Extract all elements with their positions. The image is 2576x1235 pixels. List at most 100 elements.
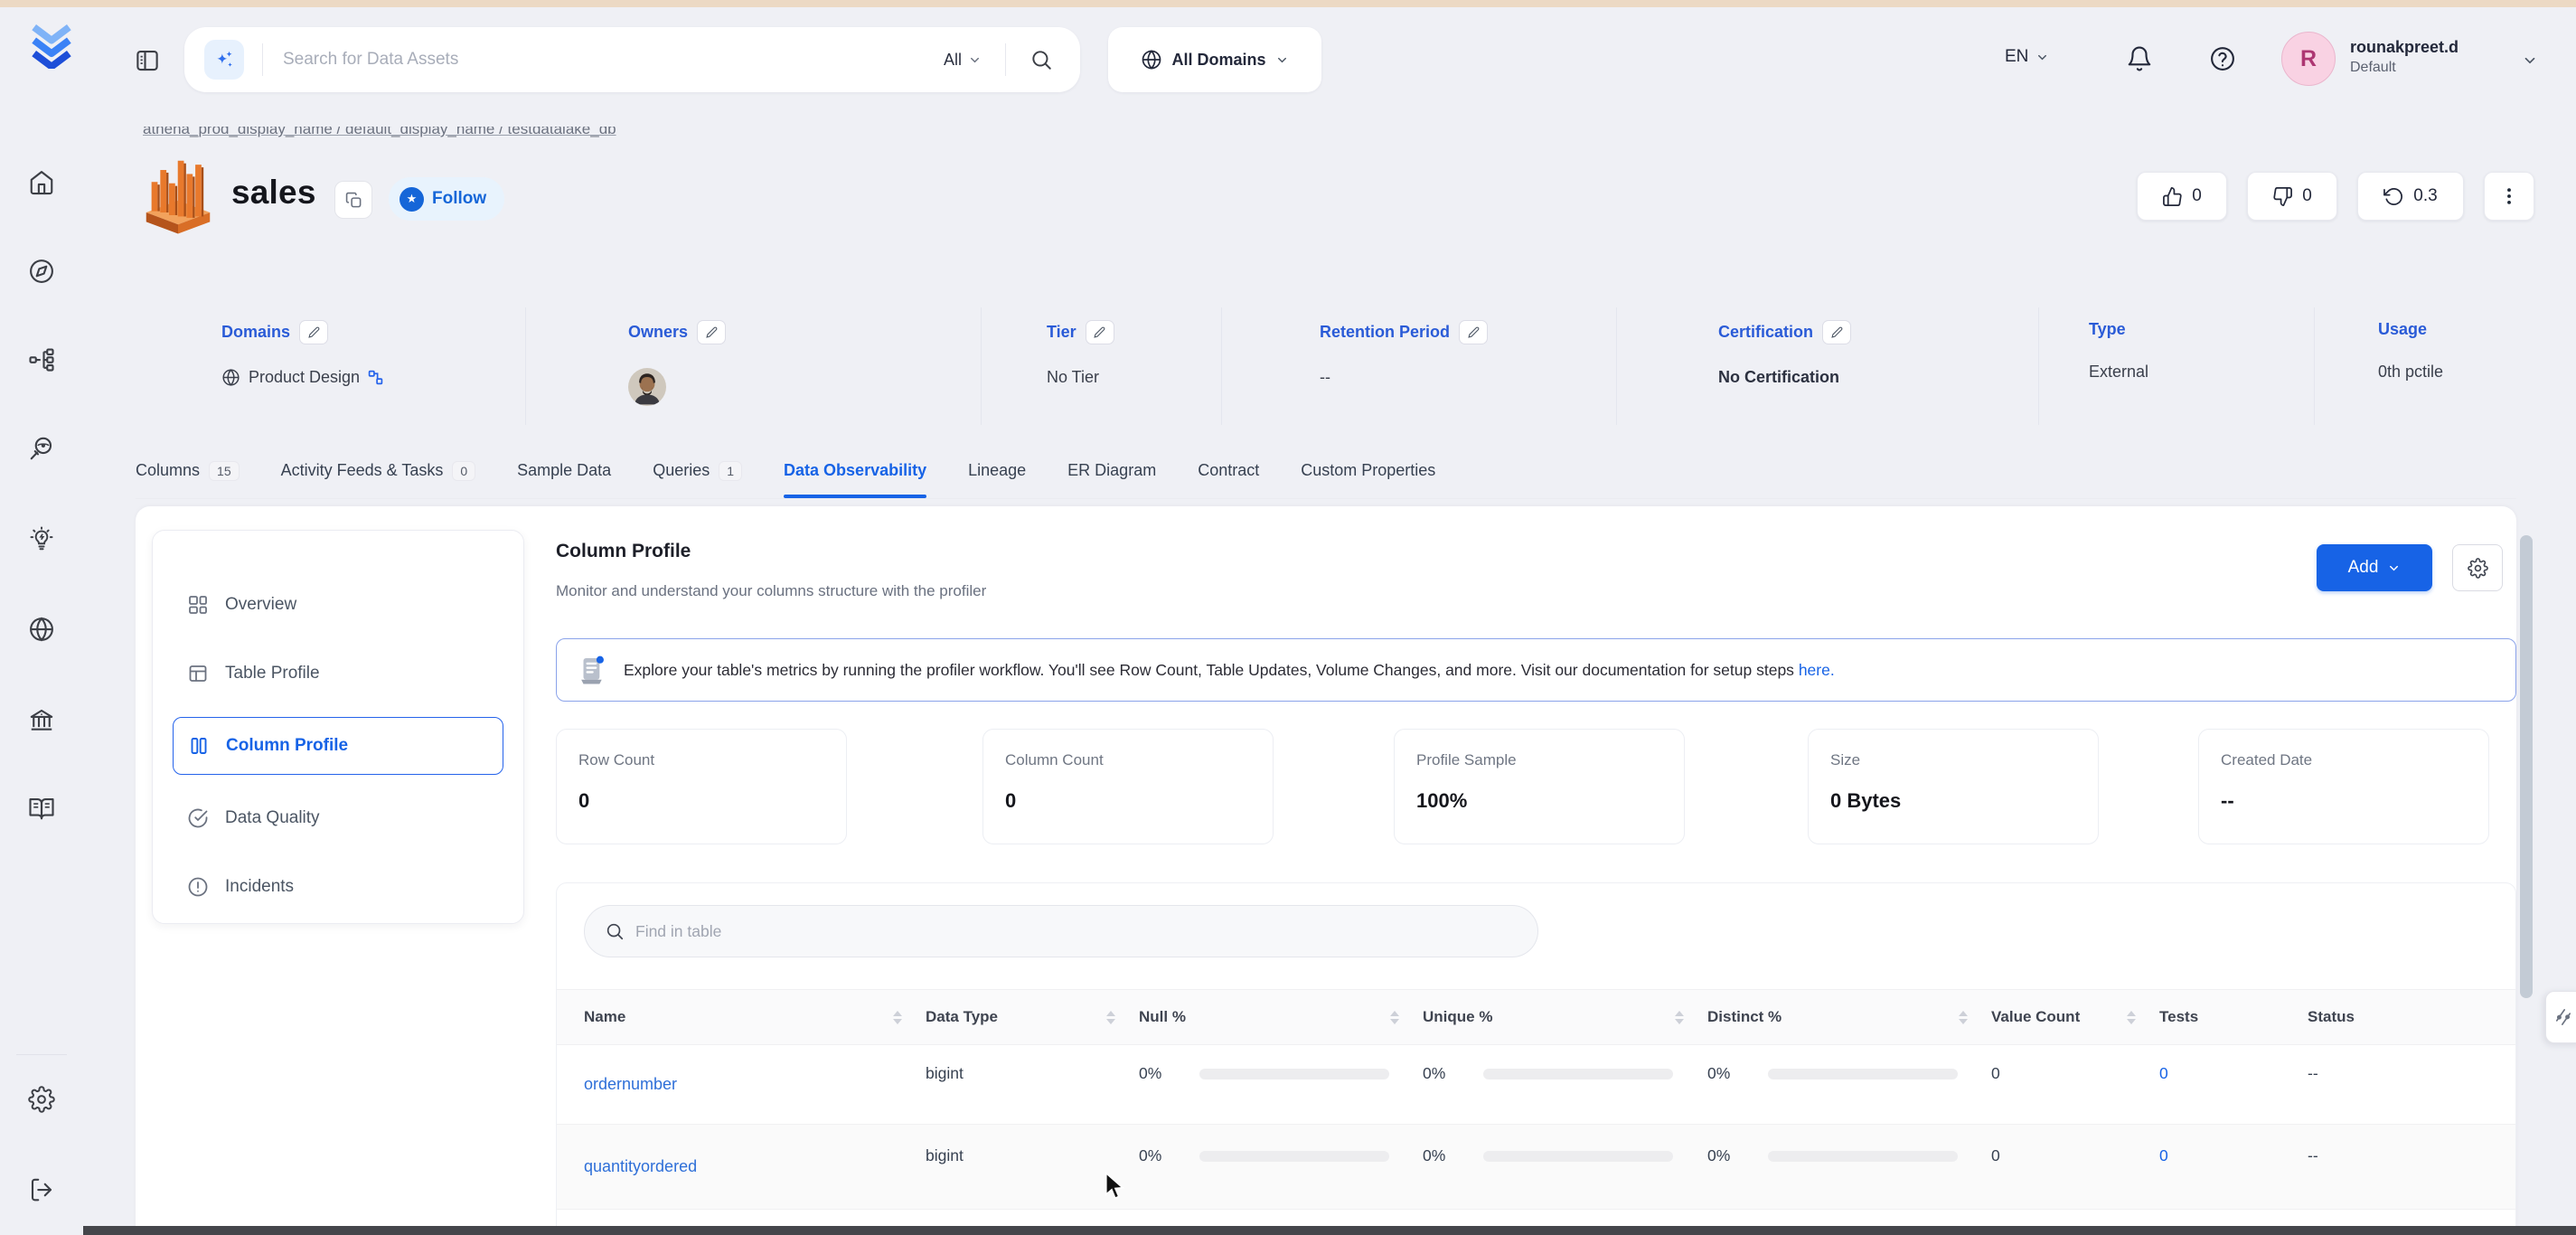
domain-selector[interactable]: All Domains (1108, 27, 1321, 92)
help-button[interactable] (2209, 45, 2236, 72)
col-header-data-type[interactable]: Data Type (926, 1008, 1139, 1026)
sidebar-item-governance[interactable] (20, 700, 63, 740)
profiler-nav-table-profile[interactable]: Table Profile (173, 648, 503, 699)
copy-name-button[interactable] (334, 181, 372, 219)
sort-icon[interactable] (2127, 1011, 2136, 1024)
globe-icon (1141, 49, 1162, 71)
edit-certification-button[interactable] (1822, 320, 1851, 344)
help-icon (2209, 45, 2236, 72)
table-row[interactable]: quantityordered bigint 0% 0% 0% 0 0 -- (557, 1125, 2516, 1210)
app-logo[interactable] (25, 16, 78, 69)
profiler-nav-overview[interactable]: Overview (173, 580, 503, 630)
banner-text: Explore your table's metrics by running … (624, 661, 1835, 680)
language-selector[interactable]: EN (2005, 47, 2049, 67)
col-header-distinct-pct[interactable]: Distinct % (1707, 1008, 1991, 1026)
sort-icon[interactable] (893, 1011, 902, 1024)
tab-lineage[interactable]: Lineage (968, 443, 1026, 498)
sidebar-divider (16, 1054, 67, 1055)
panel-resize-handle[interactable] (2545, 991, 2576, 1043)
edit-tier-button[interactable] (1086, 320, 1114, 344)
sidebar-item-logout[interactable] (20, 1170, 63, 1210)
owners-label: Owners (628, 323, 688, 342)
tab-contract[interactable]: Contract (1198, 443, 1259, 498)
sidebar-item-domains[interactable] (20, 609, 63, 649)
search-input[interactable] (283, 50, 944, 70)
col-header-value-count[interactable]: Value Count (1991, 1008, 2159, 1026)
sort-icon[interactable] (1675, 1011, 1684, 1024)
upvote-count: 0 (2192, 186, 2202, 206)
table-row[interactable]: ordernumber bigint 0% 0% 0% 0 0 -- (557, 1045, 2516, 1125)
tab-queries[interactable]: Queries1 (653, 443, 742, 498)
tab-custom-properties[interactable]: Custom Properties (1301, 443, 1435, 498)
col-header-name[interactable]: Name (584, 1008, 926, 1026)
breadcrumb[interactable]: athena_prod_display_name / default_displ… (143, 127, 830, 146)
banner-docs-link[interactable]: here. (1799, 661, 1835, 679)
col-header-unique-pct[interactable]: Unique % (1423, 1008, 1707, 1026)
more-actions-button[interactable] (2484, 172, 2534, 221)
global-search-bar: All (184, 27, 1080, 92)
edit-domains-button[interactable] (299, 320, 328, 344)
tab-er-diagram[interactable]: ER Diagram (1067, 443, 1156, 498)
tab-sample-data[interactable]: Sample Data (517, 443, 611, 498)
sidebar-item-explore[interactable] (20, 251, 63, 291)
search-scope-dropdown[interactable]: All (944, 51, 982, 70)
type-label: Type (2089, 320, 2126, 339)
owner-avatar[interactable] (628, 368, 666, 406)
profiler-nav-data-quality[interactable]: Data Quality (173, 793, 503, 844)
version-button[interactable]: 0.3 (2357, 172, 2464, 221)
notifications-button[interactable] (2126, 45, 2153, 72)
column-name-link[interactable]: quantityordered (584, 1157, 697, 1176)
sidebar-item-home[interactable] (20, 163, 63, 203)
col-header-status: Status (2308, 1008, 2488, 1026)
vertical-scrollbar[interactable] (2520, 535, 2533, 998)
usage-label: Usage (2378, 320, 2427, 339)
find-in-table-input[interactable] (635, 922, 1518, 941)
sidebar-item-lineage[interactable] (20, 340, 63, 380)
tests-count-link[interactable]: 0 (2159, 1064, 2168, 1083)
window-top-strip (0, 0, 2576, 7)
add-button[interactable]: Add (2317, 544, 2432, 591)
search-divider (262, 43, 263, 76)
user-avatar[interactable]: R (2281, 32, 2336, 86)
copy-icon (345, 192, 362, 209)
profiler-nav-column-profile[interactable]: Column Profile (173, 717, 503, 775)
stat-card-profile-sample: Profile Sample 100% (1394, 729, 1685, 844)
sidebar-item-settings[interactable] (20, 1079, 63, 1119)
follow-label: Follow (432, 189, 486, 209)
edit-retention-button[interactable] (1459, 320, 1488, 344)
tab-data-observability[interactable]: Data Observability (784, 443, 926, 498)
overview-grid-icon (187, 594, 209, 616)
profiler-settings-button[interactable] (2452, 544, 2503, 591)
sort-icon[interactable] (1390, 1011, 1399, 1024)
user-info[interactable]: rounakpreet.d Default (2350, 38, 2458, 76)
sidebar-toggle-button[interactable] (134, 47, 161, 74)
domains-value[interactable]: Product Design (249, 368, 360, 387)
ai-search-button[interactable] (204, 40, 244, 80)
sort-icon[interactable] (1959, 1011, 1968, 1024)
horizontal-scrollbar[interactable] (83, 1226, 2576, 1235)
edit-owners-button[interactable] (697, 320, 726, 344)
meta-retention: Retention Period -- (1221, 307, 1616, 425)
user-menu-chevron[interactable] (2522, 52, 2538, 69)
tab-count-badge: 0 (452, 461, 475, 481)
sort-icon[interactable] (1106, 1011, 1115, 1024)
search-submit-button[interactable] (1029, 48, 1053, 71)
tests-count-link[interactable]: 0 (2159, 1146, 2168, 1165)
tab-columns[interactable]: Columns15 (136, 443, 240, 498)
distinct-pct-bar (1768, 1151, 1958, 1162)
downvote-button[interactable]: 0 (2247, 172, 2337, 221)
thumbs-down-icon (2272, 186, 2293, 207)
insights-bulb-icon (28, 525, 55, 552)
sidebar-item-observability[interactable] (20, 429, 63, 468)
upvote-button[interactable]: 0 (2137, 172, 2227, 221)
col-header-null-pct[interactable]: Null % (1139, 1008, 1423, 1026)
follow-button[interactable]: ★ Follow (389, 177, 504, 221)
version-history-icon (2383, 186, 2404, 207)
sidebar-item-insights[interactable] (20, 519, 63, 559)
tab-activity-feeds[interactable]: Activity Feeds & Tasks0 (281, 443, 476, 498)
profiler-nav-incidents[interactable]: Incidents (173, 862, 503, 912)
chevron-down-icon (2035, 51, 2049, 64)
column-name-link[interactable]: ordernumber (584, 1075, 677, 1094)
sidebar-item-glossary[interactable] (20, 788, 63, 828)
language-value: EN (2005, 47, 2028, 67)
